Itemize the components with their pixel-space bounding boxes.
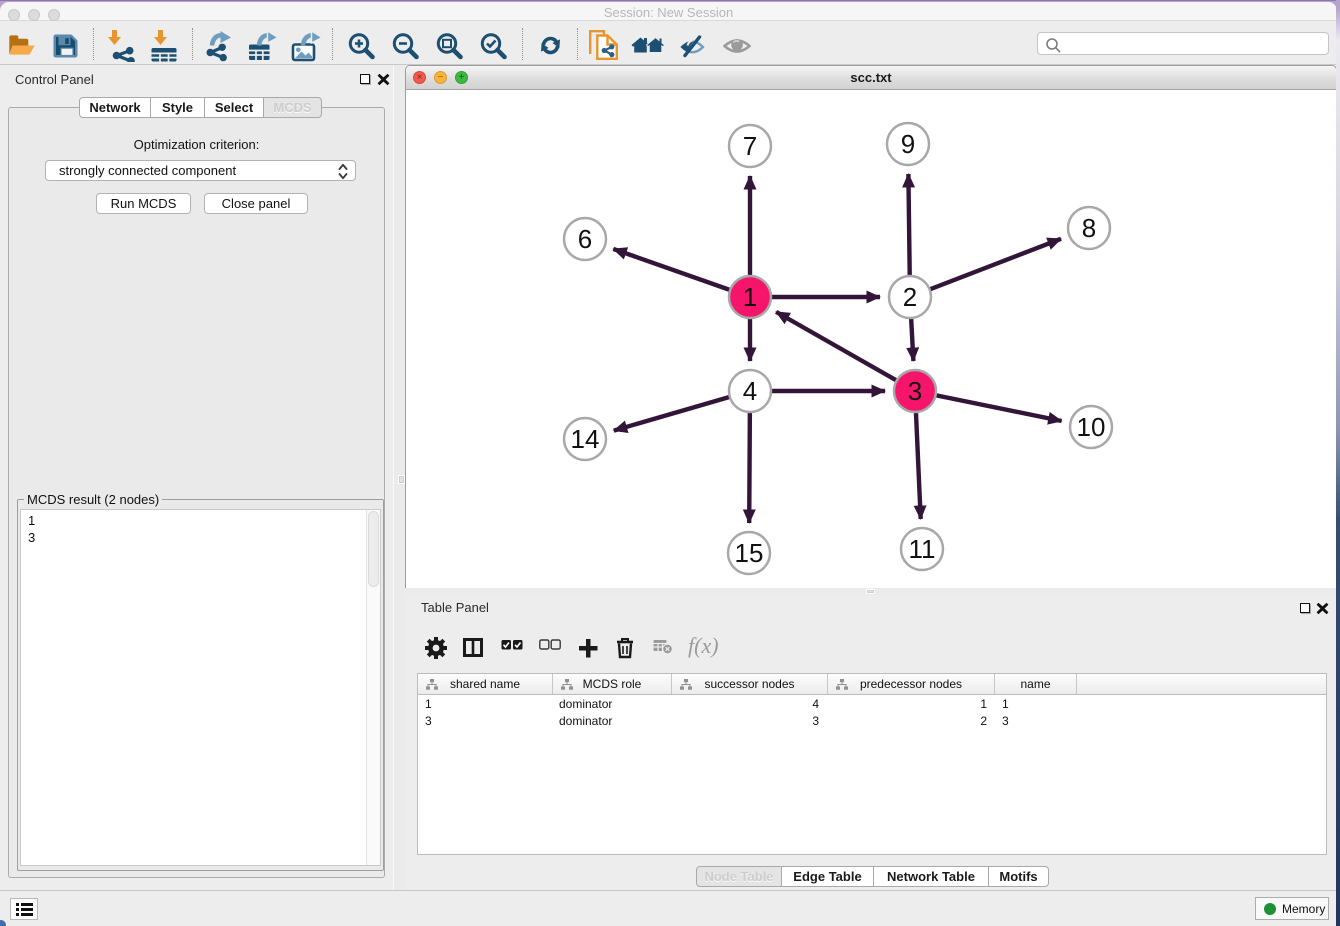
svg-text:3: 3	[908, 376, 922, 406]
svg-text:6: 6	[578, 224, 592, 254]
svg-text:7: 7	[743, 131, 757, 161]
svg-text:9: 9	[901, 129, 915, 159]
svg-text:15: 15	[735, 538, 764, 568]
svg-text:4: 4	[743, 376, 757, 406]
svg-text:14: 14	[571, 424, 600, 454]
svg-text:10: 10	[1077, 412, 1106, 442]
svg-text:1: 1	[743, 282, 757, 312]
svg-text:11: 11	[909, 534, 936, 564]
svg-text:8: 8	[1082, 213, 1096, 243]
svg-text:2: 2	[903, 282, 917, 312]
